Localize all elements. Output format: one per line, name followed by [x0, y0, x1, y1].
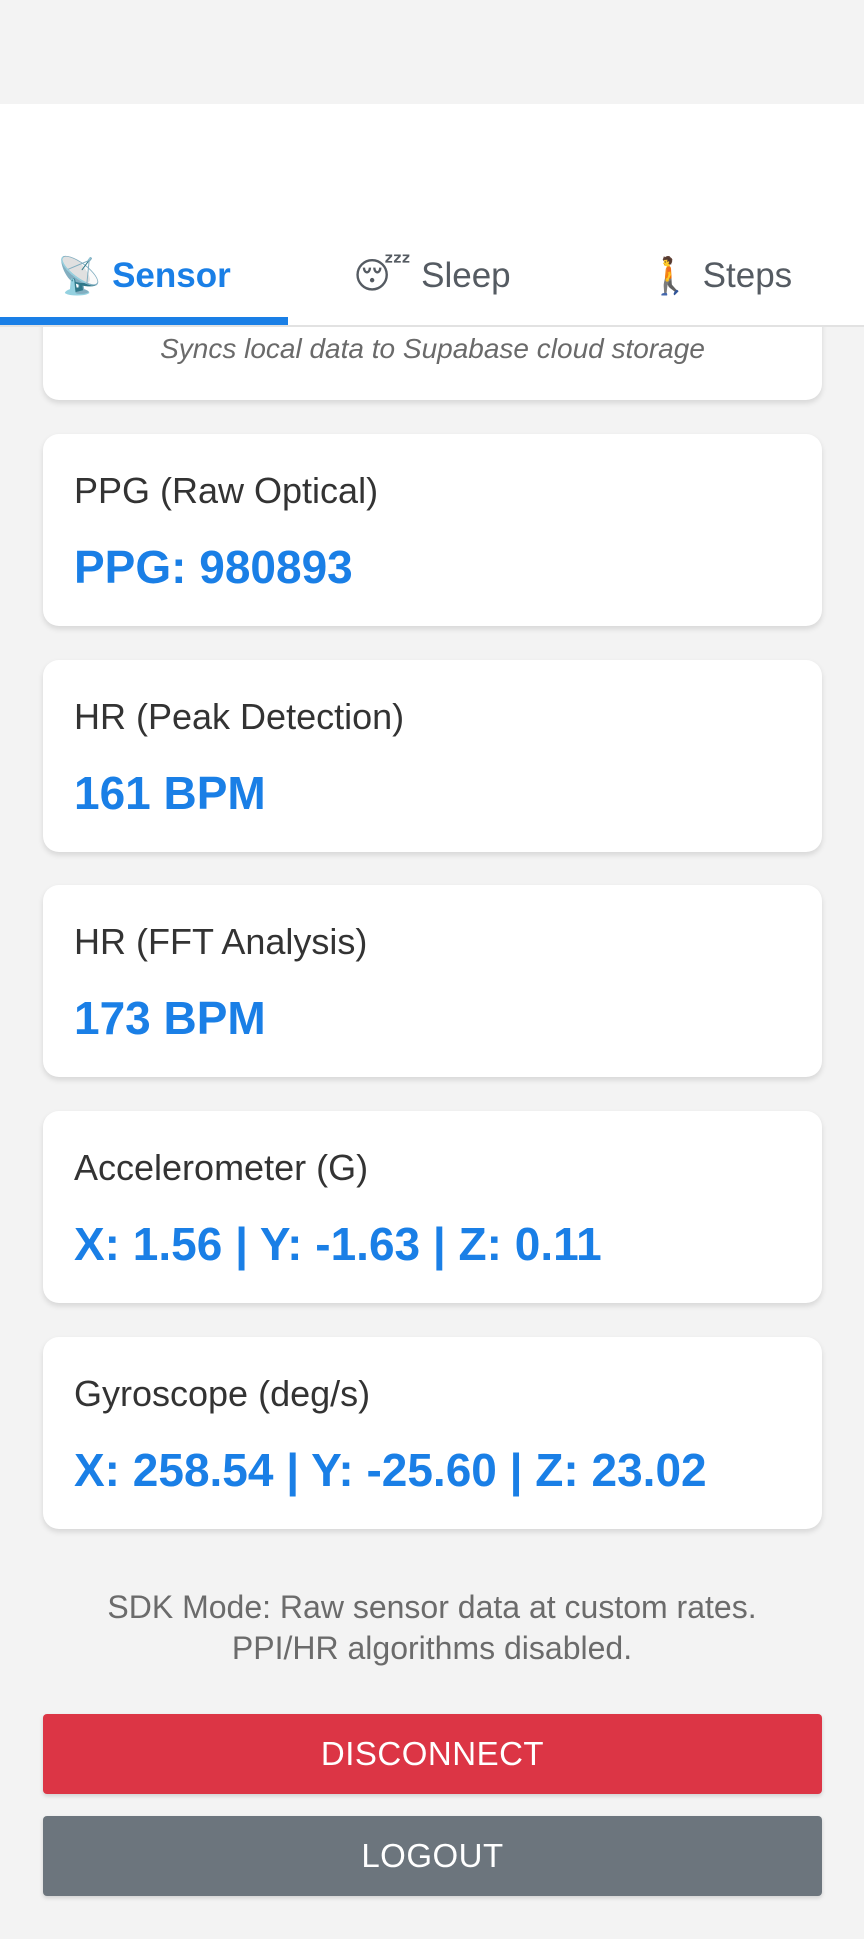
gyroscope-label: Gyroscope (deg/s) — [74, 1373, 371, 1414]
tab-sensor-label: Sensor — [112, 255, 231, 295]
satellite-dish-icon: 📡 — [57, 254, 103, 296]
tab-sleep[interactable]: 😴 Sleep — [288, 226, 576, 325]
accelerometer-card: Accelerometer (G) X: 1.56 | Y: -1.63 | Z… — [43, 1111, 822, 1303]
tab-bar: 📡 Sensor 😴 Sleep 🚶 Steps — [0, 226, 864, 327]
sync-note: Syncs local data to Supabase cloud stora… — [160, 333, 705, 364]
tab-steps[interactable]: 🚶 Steps — [576, 226, 864, 325]
sleeping-face-icon: 😴 — [353, 254, 412, 296]
walking-person-icon: 🚶 — [647, 254, 693, 296]
ppg-label: PPG (Raw Optical) — [74, 470, 379, 511]
hr-peak-card: HR (Peak Detection) 161 BPM — [43, 660, 822, 852]
hr-fft-value: 173 BPM — [74, 992, 266, 1044]
tab-steps-label: Steps — [702, 255, 793, 295]
active-tab-indicator — [0, 317, 288, 325]
gyroscope-value: X: 258.54 | Y: -25.60 | Z: 23.02 — [74, 1444, 707, 1496]
ppg-value: PPG: 980893 — [74, 541, 353, 593]
logout-button[interactable]: LOGOUT — [43, 1816, 822, 1896]
gyroscope-card: Gyroscope (deg/s) X: 258.54 | Y: -25.60 … — [43, 1337, 822, 1529]
sensor-content[interactable]: Syncs local data to Supabase cloud stora… — [0, 327, 864, 1939]
disconnect-button[interactable]: DISCONNECT — [43, 1714, 822, 1794]
hr-peak-value: 161 BPM — [74, 767, 266, 819]
tab-sleep-label: Sleep — [421, 255, 511, 295]
tab-sensor[interactable]: 📡 Sensor — [0, 226, 288, 325]
ppg-card: PPG (Raw Optical) PPG: 980893 — [43, 434, 822, 626]
hr-fft-card: HR (FFT Analysis) 173 BPM — [43, 885, 822, 1077]
hr-peak-label: HR (Peak Detection) — [74, 696, 405, 737]
accelerometer-label: Accelerometer (G) — [74, 1147, 369, 1188]
accelerometer-value: X: 1.56 | Y: -1.63 | Z: 0.11 — [74, 1218, 602, 1270]
status-bar — [0, 0, 864, 104]
sync-card: Syncs local data to Supabase cloud stora… — [43, 327, 822, 400]
sdk-mode-note: SDK Mode: Raw sensor data at custom rate… — [107, 1589, 757, 1666]
hr-fft-label: HR (FFT Analysis) — [74, 921, 368, 962]
